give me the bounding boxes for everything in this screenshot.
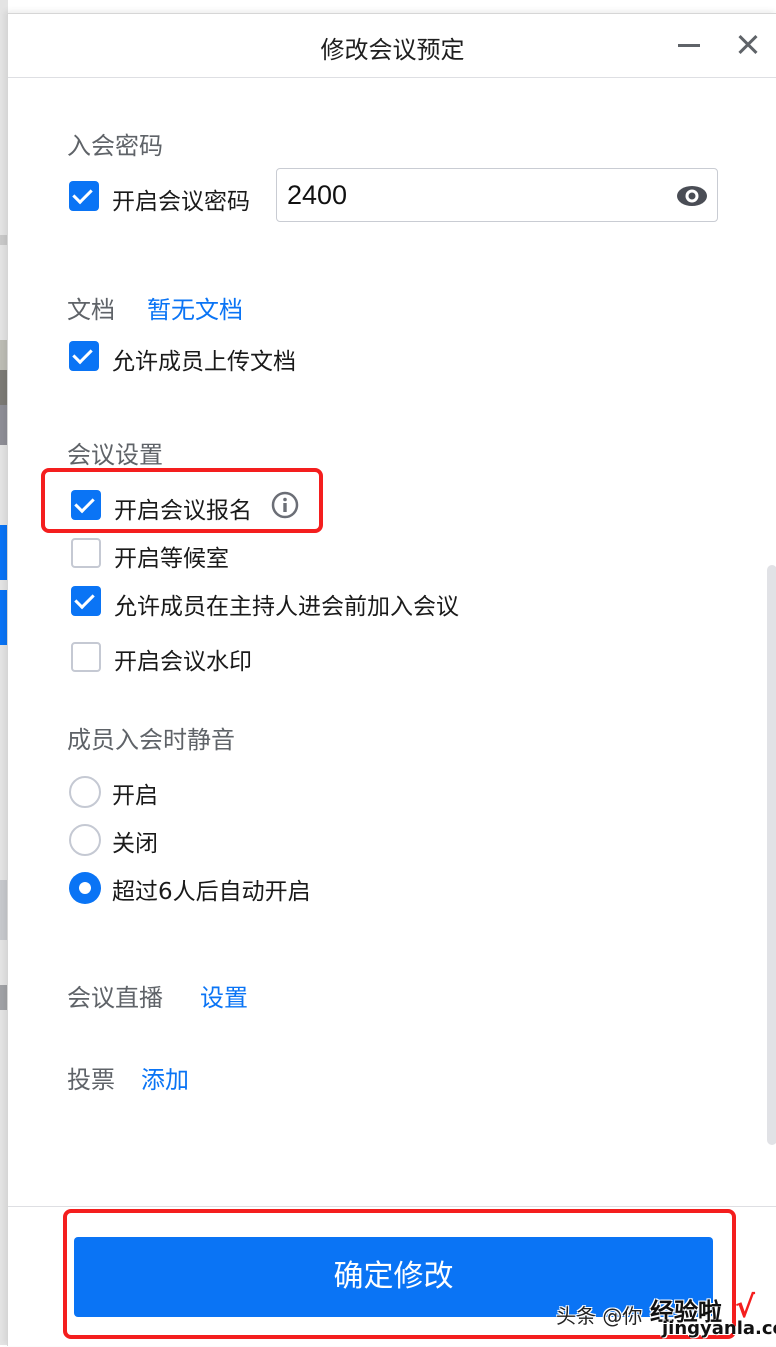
- watermark-text: 头条 @你: [556, 1304, 643, 1328]
- password-input[interactable]: [276, 168, 718, 222]
- watermark-url: jingyanla.com: [662, 1318, 776, 1339]
- live-stream-title: 会议直播: [67, 984, 163, 1012]
- mute-auto-radio[interactable]: [69, 872, 101, 904]
- close-icon[interactable]: [732, 28, 766, 62]
- password-section-title: 入会密码: [67, 132, 163, 160]
- watermark-checkbox[interactable]: [71, 642, 101, 672]
- mute-off-radio[interactable]: [69, 824, 101, 856]
- join-before-host-label: 允许成员在主持人进会前加入会议: [114, 594, 459, 620]
- mute-on-join-title: 成员入会时静音: [67, 726, 235, 754]
- dialog-title: 修改会议预定: [320, 36, 465, 64]
- enable-password-label: 开启会议密码: [112, 189, 250, 215]
- vote-add-link[interactable]: 添加: [141, 1060, 189, 1095]
- vote-title: 投票: [67, 1066, 115, 1094]
- enable-password-checkbox[interactable]: [69, 181, 99, 211]
- title-bar: 修改会议预定: [8, 14, 776, 78]
- allow-upload-checkbox[interactable]: [69, 341, 99, 371]
- enable-registration-checkbox[interactable]: [71, 490, 101, 520]
- live-stream-settings-link[interactable]: 设置: [200, 978, 248, 1013]
- info-icon[interactable]: [271, 491, 299, 519]
- waiting-room-checkbox[interactable]: [71, 538, 101, 568]
- join-before-host-checkbox[interactable]: [71, 586, 101, 616]
- mute-auto-label: 超过6人后自动开启: [112, 879, 311, 905]
- watermark-label: 开启会议水印: [114, 649, 252, 675]
- meeting-settings-title: 会议设置: [67, 441, 163, 469]
- settings-content: 入会密码 开启会议密码 文档 暂无文档 允许成员上传文档 会议设置 开启会议报名…: [8, 78, 776, 1206]
- allow-upload-label: 允许成员上传文档: [112, 349, 296, 375]
- scrollbar-thumb[interactable]: [767, 565, 776, 1145]
- waiting-room-label: 开启等候室: [114, 546, 229, 572]
- edit-meeting-dialog: 修改会议预定 入会密码 开启会议密码 文档 暂无文档 允许成员上传文档 会议设置…: [7, 13, 776, 1346]
- mute-on-label: 开启: [112, 783, 158, 809]
- eye-icon[interactable]: [676, 182, 708, 210]
- mute-on-radio[interactable]: [69, 776, 101, 808]
- enable-registration-label: 开启会议报名: [114, 498, 252, 524]
- minimize-icon[interactable]: [672, 28, 706, 62]
- watermark-check-icon: √: [735, 1290, 756, 1325]
- no-document-link[interactable]: 暂无文档: [147, 290, 243, 325]
- document-section-title: 文档: [67, 296, 115, 324]
- mute-off-label: 关闭: [112, 831, 158, 857]
